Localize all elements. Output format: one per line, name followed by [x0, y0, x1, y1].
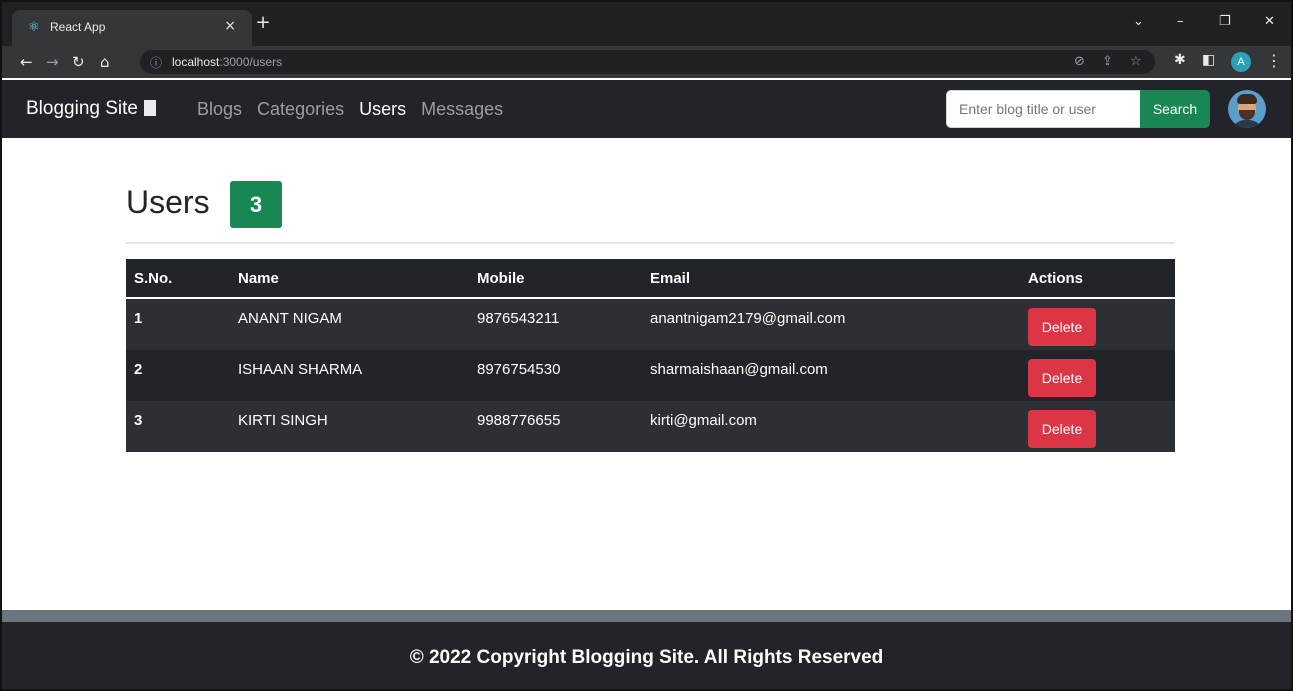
search-input[interactable] — [946, 90, 1141, 128]
close-window-icon[interactable]: ✕ — [1264, 14, 1275, 29]
cell-email-text: kirti@gmail.com — [650, 412, 757, 429]
browser-window: ⚛ React App × + ⌄ – ❐ ✕ ← → ↻ ⌂ ⓘ localh… — [0, 0, 1293, 691]
brand[interactable]: Blogging Site — [26, 98, 156, 120]
url-text: localhost:3000/users — [172, 55, 282, 69]
brand-label: Blogging Site — [26, 98, 138, 119]
footer-copyright: © 2022 Copyright Blogging Site. All Righ… — [409, 647, 884, 668]
table-row: 3 KIRTI SINGH 9988776655 kirti@gmail.com… — [126, 401, 1175, 452]
cell-mobile-text: 9876543211 — [477, 310, 560, 327]
avatar-body — [1231, 120, 1263, 128]
column-header-email: Email — [642, 259, 1020, 299]
tab-bar: ⚛ React App × + ⌄ – ❐ ✕ — [2, 2, 1291, 46]
cell-sno: 3 — [126, 401, 230, 452]
footer-divider — [2, 610, 1291, 622]
footer: © 2022 Copyright Blogging Site. All Righ… — [2, 622, 1291, 689]
cell-name-text: KIRTI SINGH — [238, 412, 328, 429]
page-title: Users — [126, 184, 210, 220]
url-path: :3000/users — [219, 55, 283, 69]
cell-mobile: 9876543211 — [469, 298, 642, 350]
tab-search-icon[interactable]: ⌄ — [1133, 14, 1144, 29]
column-header-mobile: Mobile — [469, 259, 642, 299]
cell-actions: Delete — [1020, 401, 1175, 452]
cell-email: kirti@gmail.com — [642, 401, 1020, 452]
divider — [126, 242, 1175, 244]
cell-name-text: ISHAAN SHARMA — [238, 361, 363, 378]
users-table: S.No. Name Mobile Email Actions 1 ANANT … — [126, 259, 1175, 452]
forward-icon[interactable]: → — [46, 53, 59, 71]
delete-button[interactable]: Delete — [1028, 307, 1096, 346]
browser-menu-icon[interactable]: ⋮ — [1266, 51, 1282, 70]
tab-title: React App — [50, 20, 106, 34]
table-header-row: S.No. Name Mobile Email Actions — [126, 259, 1175, 299]
star-icon[interactable]: ☆ — [1130, 54, 1142, 69]
cell-sno-text: 3 — [134, 412, 143, 429]
column-header-sno: S.No. — [126, 259, 230, 299]
nav-links: Blogs Categories Users Messages — [197, 99, 513, 120]
home-icon[interactable]: ⌂ — [100, 53, 110, 71]
cell-email-text: anantnigam2179@gmail.com — [650, 310, 846, 327]
cell-email: sharmaishaan@gmail.com — [642, 350, 1020, 401]
cell-actions: Delete — [1020, 298, 1175, 350]
cell-mobile-text: 8976754530 — [477, 361, 561, 378]
cell-sno: 2 — [126, 350, 230, 401]
delete-button[interactable]: Delete — [1028, 409, 1096, 448]
url-field[interactable]: ⓘ localhost:3000/users ⊘ ⇪ ☆ — [140, 50, 1155, 74]
cell-name: ISHAAN SHARMA — [230, 350, 469, 401]
nav-link-messages[interactable]: Messages — [421, 99, 503, 119]
column-header-actions: Actions — [1020, 259, 1175, 299]
cell-sno-text: 2 — [134, 361, 143, 378]
cell-sno: 1 — [126, 298, 230, 350]
avatar-hair — [1237, 94, 1257, 104]
tab-close-icon[interactable]: × — [224, 18, 236, 34]
back-icon[interactable]: ← — [20, 53, 33, 71]
nav-link-blogs[interactable]: Blogs — [197, 99, 242, 119]
search-button[interactable]: Search — [1140, 90, 1210, 128]
book-icon — [143, 100, 156, 116]
url-host: localhost — [172, 55, 220, 69]
info-icon[interactable]: ⓘ — [150, 54, 162, 71]
reload-icon[interactable]: ↻ — [72, 53, 85, 71]
nav-link-categories[interactable]: Categories — [257, 99, 344, 119]
cell-email-text: sharmaishaan@gmail.com — [650, 361, 828, 378]
eye-off-icon[interactable]: ⊘ — [1074, 54, 1085, 69]
cell-name: ANANT NIGAM — [230, 298, 469, 350]
restore-icon[interactable]: ❐ — [1219, 14, 1231, 29]
user-count-badge: 3 — [230, 181, 282, 228]
nav-link-users[interactable]: Users — [359, 99, 406, 119]
react-icon: ⚛ — [28, 20, 40, 35]
cell-name-text: ANANT NIGAM — [238, 310, 342, 327]
minimize-icon[interactable]: – — [1177, 14, 1184, 29]
user-avatar[interactable] — [1228, 90, 1266, 128]
cell-mobile-text: 9988776655 — [477, 412, 561, 429]
cell-mobile: 9988776655 — [469, 401, 642, 452]
delete-button[interactable]: Delete — [1028, 358, 1096, 397]
side-panel-icon[interactable]: ◧ — [1202, 52, 1215, 68]
column-header-name: Name — [230, 259, 469, 299]
share-icon[interactable]: ⇪ — [1102, 54, 1113, 69]
table-row: 2 ISHAAN SHARMA 8976754530 sharmaishaan@… — [126, 350, 1175, 401]
browser-tab[interactable]: ⚛ React App × — [12, 10, 252, 46]
cell-name: KIRTI SINGH — [230, 401, 469, 452]
cell-mobile: 8976754530 — [469, 350, 642, 401]
cell-actions: Delete — [1020, 350, 1175, 401]
cell-email: anantnigam2179@gmail.com — [642, 298, 1020, 350]
table-row: 1 ANANT NIGAM 9876543211 anantnigam2179@… — [126, 298, 1175, 350]
cell-sno-text: 1 — [134, 310, 143, 327]
avatar-beard — [1239, 110, 1255, 120]
address-bar-row: ← → ↻ ⌂ ⓘ localhost:3000/users ⊘ ⇪ ☆ — [2, 46, 1291, 78]
new-tab-button[interactable]: + — [254, 14, 272, 32]
extensions-icon[interactable]: ✱ — [1174, 52, 1186, 68]
profile-avatar[interactable]: A — [1231, 52, 1251, 72]
